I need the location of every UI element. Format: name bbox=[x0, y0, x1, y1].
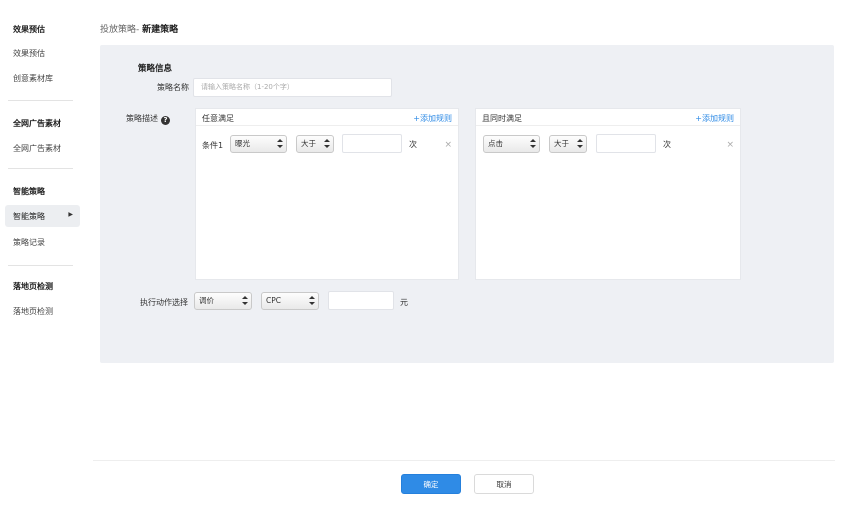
sidebar-item-ad-material[interactable]: 全网广告素材 bbox=[13, 143, 61, 154]
section-title: 策略信息 bbox=[138, 64, 173, 74]
sidebar-group-title-estimate: 效果预估 bbox=[13, 25, 45, 34]
select-caret-icon bbox=[324, 139, 330, 149]
amount-unit-label: 元 bbox=[400, 298, 408, 307]
metric-select-value: 曝光 bbox=[235, 139, 250, 148]
rule-box-header: 且同时满足 +添加规则 bbox=[476, 109, 740, 126]
form-footer: 确定 取消 bbox=[93, 460, 835, 504]
metric-select[interactable]: 点击 bbox=[483, 135, 540, 153]
action-select-value: 调价 bbox=[199, 296, 214, 305]
bid-type-select[interactable]: CPC bbox=[261, 292, 319, 310]
select-caret-icon bbox=[242, 296, 248, 306]
operator-select[interactable]: 大于 bbox=[296, 135, 334, 153]
select-caret-icon bbox=[530, 139, 536, 149]
rule-box-title: 且同时满足 bbox=[482, 114, 522, 123]
sidebar-group-title-landing-check: 落地页检测 bbox=[13, 282, 53, 291]
strategy-name-label: 策略名称 bbox=[157, 83, 189, 92]
metric-select-value: 点击 bbox=[488, 139, 503, 148]
select-caret-icon bbox=[309, 296, 315, 306]
add-rule-button[interactable]: +添加规则 bbox=[695, 113, 734, 124]
close-icon[interactable]: × bbox=[444, 140, 452, 150]
operator-select[interactable]: 大于 bbox=[549, 135, 587, 153]
rule-box-header: 任意满足 +添加规则 bbox=[196, 109, 458, 126]
cancel-button[interactable]: 取消 bbox=[474, 474, 534, 494]
select-caret-icon bbox=[277, 139, 283, 149]
threshold-input[interactable] bbox=[342, 134, 402, 153]
action-label: 执行动作选择 bbox=[140, 298, 188, 307]
main-content: 投放策略- 新建策略 策略信息 策略名称 请输入策略名称（1-20个字） 策略描… bbox=[88, 0, 860, 515]
unit-label: 次 bbox=[663, 140, 671, 149]
confirm-button[interactable]: 确定 bbox=[401, 474, 461, 494]
amount-input[interactable] bbox=[328, 291, 394, 310]
sidebar-group-title-smart-strategy: 智能策略 bbox=[13, 187, 45, 196]
chevron-right-icon: ▶ bbox=[68, 211, 73, 218]
strategy-desc-label: 策略描述? bbox=[126, 113, 199, 125]
help-icon[interactable]: ? bbox=[161, 116, 170, 125]
sidebar-divider bbox=[8, 168, 73, 169]
sidebar-item-landing-check[interactable]: 落地页检测 bbox=[13, 306, 53, 317]
operator-select-value: 大于 bbox=[554, 139, 569, 148]
rule-box-title: 任意满足 bbox=[202, 114, 234, 123]
rule-box-any: 任意满足 +添加规则 条件1 曝光 大于 次 × bbox=[195, 108, 459, 280]
breadcrumb[interactable]: 投放策略- bbox=[100, 25, 139, 35]
unit-label: 次 bbox=[409, 140, 417, 149]
page-title-current: 新建策略 bbox=[142, 25, 179, 35]
sidebar-group-title-ad-material: 全网广告素材 bbox=[13, 119, 61, 128]
threshold-input[interactable] bbox=[596, 134, 656, 153]
sidebar-item-creative-library[interactable]: 创意素材库 bbox=[13, 73, 53, 84]
strategy-name-input[interactable]: 请输入策略名称（1-20个字） bbox=[193, 78, 392, 97]
strategy-form-panel: 策略信息 策略名称 请输入策略名称（1-20个字） 策略描述? 任意满足 +添加… bbox=[100, 45, 834, 363]
add-rule-button[interactable]: +添加规则 bbox=[413, 113, 452, 124]
metric-select[interactable]: 曝光 bbox=[230, 135, 287, 153]
condition-label: 条件1 bbox=[202, 141, 224, 150]
sidebar-item-smart-strategy[interactable]: 智能策略 ▶ bbox=[5, 205, 80, 227]
rule-box-all: 且同时满足 +添加规则 点击 大于 次 × bbox=[475, 108, 741, 280]
bid-type-select-value: CPC bbox=[266, 296, 281, 305]
sidebar: 效果预估 效果预估 创意素材库 全网广告素材 全网广告素材 智能策略 智能策略 … bbox=[0, 0, 88, 515]
sidebar-item-strategy-log[interactable]: 策略记录 bbox=[13, 237, 45, 248]
sidebar-divider bbox=[8, 100, 73, 101]
page-title: 投放策略- 新建策略 bbox=[100, 22, 178, 35]
strategy-desc-label-text: 策略描述 bbox=[126, 114, 158, 123]
action-select[interactable]: 调价 bbox=[194, 292, 252, 310]
operator-select-value: 大于 bbox=[301, 139, 316, 148]
select-caret-icon bbox=[577, 139, 583, 149]
sidebar-item-label: 智能策略 bbox=[13, 212, 45, 221]
sidebar-item-estimate[interactable]: 效果预估 bbox=[13, 48, 45, 59]
sidebar-divider bbox=[8, 265, 73, 266]
close-icon[interactable]: × bbox=[726, 140, 734, 150]
